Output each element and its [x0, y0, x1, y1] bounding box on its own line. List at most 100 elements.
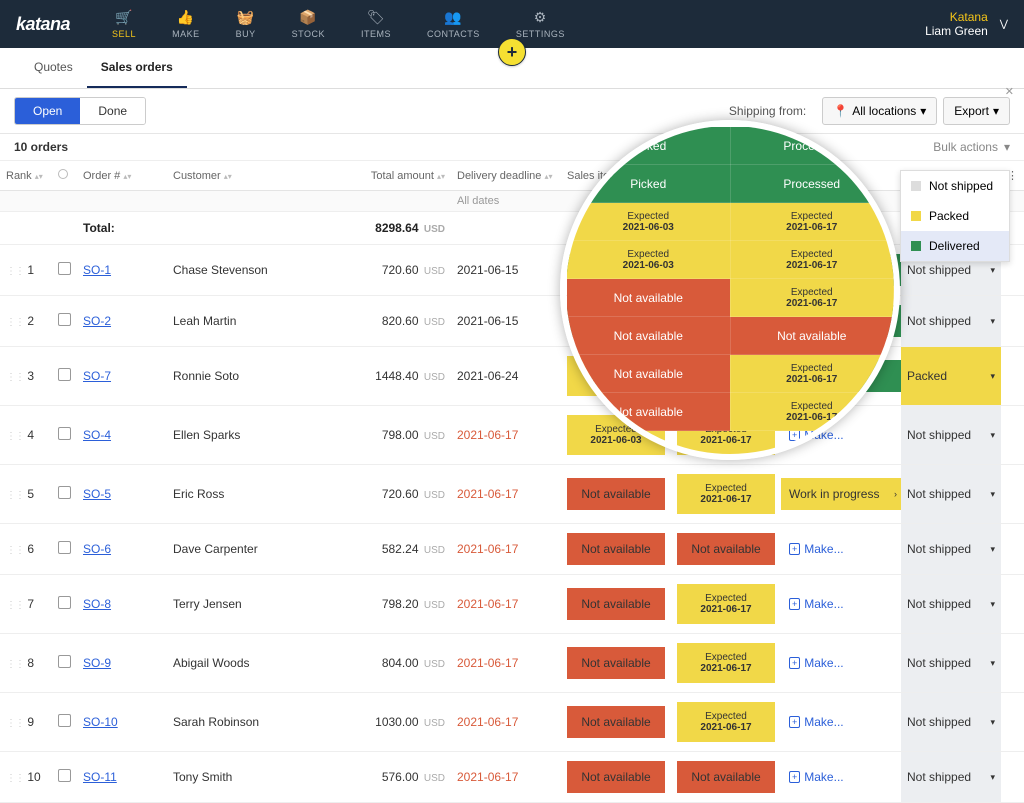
total-label: Total: [77, 212, 167, 245]
sales-status: Not available [561, 693, 671, 752]
logo[interactable]: katana [16, 14, 70, 35]
col-customer[interactable]: Customer [167, 161, 341, 191]
col-deadline[interactable]: Delivery deadline [451, 161, 561, 191]
production-cell[interactable]: Done› [781, 296, 901, 347]
add-button[interactable]: + [498, 38, 526, 66]
delivery-opt-notshipped[interactable]: Not shipped [901, 171, 1009, 201]
drag-handle-icon[interactable]: ⋮⋮ [6, 600, 24, 611]
bulk-actions[interactable]: Bulk actions▾ [933, 140, 1010, 154]
tab-sales-orders[interactable]: Sales orders [87, 48, 187, 88]
close-icon[interactable]: ✕ [1005, 85, 1014, 98]
order-link[interactable]: SO-9 [83, 656, 111, 670]
ingredients-status: Expected2021-06-17 [671, 634, 781, 693]
production-cell[interactable]: +Make... [781, 524, 901, 575]
shipping-location-dropdown[interactable]: 📍 All locations ▾ [822, 97, 937, 125]
swatch-yellow-icon [911, 211, 921, 221]
col-production[interactable]: Production [781, 161, 901, 191]
order-link[interactable]: SO-2 [83, 314, 111, 328]
production-cell[interactable]: Done› [781, 245, 901, 296]
chevron-down-icon: ▾ [920, 104, 926, 118]
production-cell[interactable]: Work in progress› [781, 465, 901, 524]
table-row: ⋮⋮ 9 SO-10 Sarah Robinson 1030.00 USD 20… [0, 693, 1024, 752]
production-cell[interactable]: +Make... [781, 693, 901, 752]
amount-cell: 798.20 USD [341, 575, 451, 634]
ingredients-status: Not available [671, 524, 781, 575]
delivery-cell[interactable]: Packed▾ [901, 347, 1001, 406]
nav-buy[interactable]: 🧺BUY [218, 9, 274, 39]
drag-handle-icon[interactable]: ⋮⋮ [6, 718, 24, 729]
drag-handle-icon[interactable]: ⋮⋮ [6, 545, 24, 556]
delivery-cell[interactable]: Not shipped▾ [901, 465, 1001, 524]
drag-handle-icon[interactable]: ⋮⋮ [6, 372, 24, 383]
filter-dates[interactable]: All dates [451, 191, 561, 212]
drag-handle-icon[interactable]: ⋮⋮ [6, 431, 24, 442]
drag-handle-icon[interactable]: ⋮⋮ [6, 659, 24, 670]
drag-handle-icon[interactable]: ⋮⋮ [6, 266, 24, 277]
row-checkbox[interactable] [58, 655, 71, 668]
delivery-opt-delivered[interactable]: Delivered [901, 231, 1009, 261]
delivery-cell[interactable]: Not shipped▾ [901, 406, 1001, 465]
nav-icon: 👥 [444, 9, 462, 26]
tab-quotes[interactable]: Quotes [20, 48, 87, 88]
chevron-down-icon: ▾ [990, 489, 995, 500]
nav-items[interactable]: 🏷ITEMS [343, 9, 409, 39]
delivery-opt-packed[interactable]: Packed [901, 201, 1009, 231]
order-link[interactable]: SO-5 [83, 487, 111, 501]
row-checkbox[interactable] [58, 427, 71, 440]
order-link[interactable]: SO-10 [83, 715, 118, 729]
delivery-cell[interactable]: Not shipped▾ [901, 693, 1001, 752]
table-row: ⋮⋮ 2 SO-2 Leah Martin 820.60 USD 2021-06… [0, 296, 1024, 347]
row-checkbox[interactable] [58, 714, 71, 727]
row-checkbox[interactable] [58, 596, 71, 609]
production-cell[interactable]: +Make... [781, 406, 901, 465]
chevron-down-icon: ▾ [990, 265, 995, 276]
order-link[interactable]: SO-8 [83, 597, 111, 611]
table-row: ⋮⋮ 7 SO-8 Terry Jensen 798.20 USD 2021-0… [0, 575, 1024, 634]
col-order[interactable]: Order # [77, 161, 167, 191]
col-select[interactable] [52, 161, 77, 191]
col-total[interactable]: Total amount [341, 161, 451, 191]
row-checkbox[interactable] [58, 541, 71, 554]
production-cell[interactable]: Done› [781, 347, 901, 406]
order-link[interactable]: SO-4 [83, 428, 111, 442]
pill-done[interactable]: Done [80, 98, 145, 124]
order-link[interactable]: SO-1 [83, 263, 111, 277]
col-sales[interactable]: Sales items [561, 161, 671, 191]
delivery-cell[interactable]: Not shipped▾ [901, 634, 1001, 693]
delivery-cell[interactable]: Not shipped▾ [901, 575, 1001, 634]
order-link[interactable]: SO-7 [83, 369, 111, 383]
export-dropdown[interactable]: Export ▾ [943, 97, 1010, 125]
col-rank[interactable]: Rank [0, 161, 52, 191]
delivery-cell[interactable]: Not shipped▾ [901, 524, 1001, 575]
ingredients-status: Expected2021-06-17 [671, 693, 781, 752]
chevron-down-icon: ▾ [1004, 140, 1010, 154]
production-cell[interactable]: +Make... [781, 752, 901, 803]
delivery-cell[interactable]: Not shipped▾ [901, 296, 1001, 347]
drag-handle-icon[interactable]: ⋮⋮ [6, 317, 24, 328]
pill-open[interactable]: Open [15, 98, 80, 124]
user-block[interactable]: Katana Liam Green [925, 10, 988, 39]
production-cell[interactable]: +Make... [781, 634, 901, 693]
drag-handle-icon[interactable]: ⋮⋮ [6, 490, 24, 501]
nav-sell[interactable]: 🛒SELL [94, 9, 154, 39]
nav-contacts[interactable]: 👥CONTACTS [409, 9, 498, 39]
nav-icon: 🧺 [237, 9, 255, 26]
row-checkbox[interactable] [58, 769, 71, 782]
drag-handle-icon[interactable]: ⋮⋮ [6, 773, 24, 784]
nav-make[interactable]: 👍MAKE [154, 9, 218, 39]
row-checkbox[interactable] [58, 262, 71, 275]
order-link[interactable]: SO-6 [83, 542, 111, 556]
col-ingredients[interactable]: Ingredients [671, 161, 781, 191]
chevron-down-icon[interactable]: ⋁ [1000, 19, 1008, 30]
row-checkbox[interactable] [58, 486, 71, 499]
nav-settings[interactable]: ⚙SETTINGS [498, 9, 583, 39]
order-link[interactable]: SO-11 [83, 770, 117, 784]
deadline-cell: 2021-06-17 [451, 524, 561, 575]
nav-stock[interactable]: 📦STOCK [274, 9, 343, 39]
production-cell[interactable]: +Make... [781, 575, 901, 634]
row-checkbox[interactable] [58, 313, 71, 326]
delivery-cell[interactable]: Not shipped▾ [901, 752, 1001, 803]
total-amount: 8298.64 USD [341, 212, 451, 245]
row-checkbox[interactable] [58, 368, 71, 381]
table-row: ⋮⋮ 5 SO-5 Eric Ross 720.60 USD 2021-06-1… [0, 465, 1024, 524]
